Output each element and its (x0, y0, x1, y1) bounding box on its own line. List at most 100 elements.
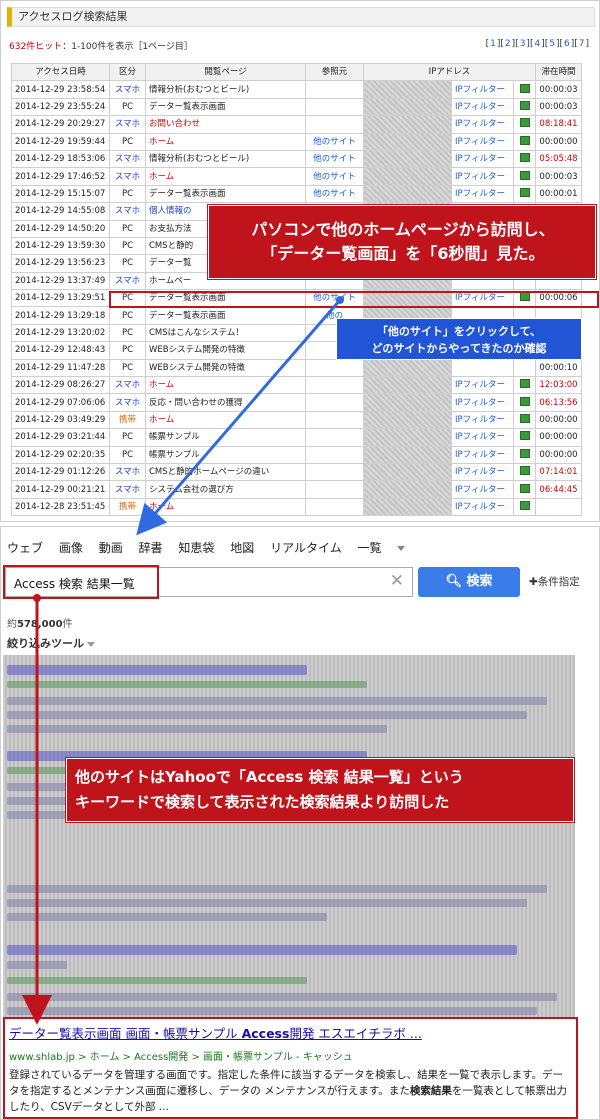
ip-filter-link[interactable]: IPフィルター (451, 445, 514, 464)
monitor-icon-cell[interactable] (513, 393, 536, 412)
ip-address-masked (363, 497, 452, 517)
close-icon[interactable]: ✕ (390, 571, 404, 591)
table-row: 2014-12-29 17:46:52 スマホ ホーム 他のサイト IPフィルター 00:… (11, 167, 582, 186)
ip-filter-link[interactable]: IPフィルター (451, 497, 514, 517)
ip-filter-link[interactable]: IPフィルター (451, 167, 514, 186)
ip-filter-link[interactable]: IPフィルター (451, 410, 514, 430)
filter-tool[interactable]: 絞り込みツール (7, 635, 95, 651)
referrer-link[interactable] (305, 97, 364, 117)
referrer-link[interactable] (305, 376, 364, 395)
referrer-link[interactable] (305, 410, 364, 430)
table-row: 2014-12-29 02:20:35 PC 帳票サンプル IPフィルター 00:00:… (11, 445, 582, 464)
referrer-link[interactable] (305, 445, 364, 464)
monitor-icon-cell[interactable] (513, 132, 536, 151)
monitor-icon[interactable] (519, 135, 530, 145)
tab-list[interactable]: 一覧 (358, 541, 417, 555)
monitor-icon-cell[interactable] (513, 445, 536, 464)
monitor-icon[interactable] (519, 448, 530, 458)
ip-filter-link[interactable]: IPフィルター (451, 149, 514, 169)
visit-explanation-callout: パソコンで他のホームページから訪問し、 「データー覧画面」を「6秒間」見た。 (208, 205, 596, 279)
referrer-link[interactable] (305, 393, 364, 412)
ip-filter-link[interactable]: IPフィルター (451, 97, 514, 117)
monitor-icon-cell[interactable] (513, 376, 536, 395)
monitor-icon-cell[interactable] (513, 149, 536, 169)
table-header-row: アクセス日時 区分 閲覧ページ 参照元 IPアドレス 滞在時間 (11, 62, 582, 82)
referrer-link[interactable] (305, 462, 364, 482)
tab-realtime[interactable]: リアルタイム (270, 541, 342, 555)
ip-filter-link[interactable]: IPフィルター (451, 132, 514, 151)
monitor-icon-cell[interactable] (513, 428, 536, 447)
tab-chiebukuro[interactable]: 知恵袋 (178, 541, 214, 555)
condition-button[interactable]: ✚条件指定 (529, 574, 580, 589)
panel-title: アクセスログ検索結果 (7, 7, 595, 27)
search-result-item[interactable]: データー覧表示画面 画面・帳票サンプル Access開発 エスエイチラボ ...… (3, 1017, 578, 1119)
ip-address-masked (363, 167, 452, 186)
ip-filter-link[interactable]: IPフィルター (451, 393, 514, 412)
referrer-link[interactable] (305, 480, 364, 499)
page-link[interactable]: 2 (505, 39, 511, 49)
result-title-link[interactable]: データー覧表示画面 画面・帳票サンプル Access開発 エスエイチラボ ... (9, 1023, 572, 1042)
ip-filter-link[interactable] (451, 358, 514, 378)
tab-videos[interactable]: 動画 (99, 541, 123, 555)
referrer-link[interactable]: 他のサイト (305, 184, 364, 204)
page-link[interactable]: 1 (490, 39, 496, 49)
monitor-icon-cell[interactable] (513, 480, 536, 499)
monitor-icon[interactable] (519, 431, 530, 441)
monitor-icon-cell[interactable] (513, 462, 536, 482)
monitor-icon[interactable] (519, 414, 530, 423)
search-button[interactable]: 🔍︎ 検索 (418, 567, 520, 597)
referrer-link[interactable] (305, 80, 364, 99)
table-row: 2014-12-29 18:53:06 スマホ 情報分析(おむつとビール) 他のサイト… (11, 149, 582, 169)
monitor-icon-cell[interactable] (513, 410, 536, 430)
referrer-link[interactable] (305, 115, 364, 134)
monitor-icon[interactable] (519, 118, 530, 128)
monitor-icon[interactable] (519, 83, 530, 93)
monitor-icon-cell[interactable] (513, 115, 536, 134)
monitor-icon[interactable] (519, 100, 530, 110)
pagination: [1][2][3][4][5][6][7] (485, 39, 589, 49)
tab-web[interactable]: ウェブ (7, 541, 43, 555)
monitor-icon-cell[interactable] (513, 97, 536, 117)
page-link[interactable]: 6 (564, 39, 570, 49)
tab-images[interactable]: 画像 (59, 541, 83, 555)
page-link[interactable]: 4 (534, 39, 540, 49)
blurred-text (7, 1007, 537, 1015)
header-duration: 滞在時間 (535, 62, 582, 82)
referrer-hint-callout: 「他のサイト」をクリックして、 どのサイトからやってきたのか確認 (336, 318, 582, 360)
ip-filter-link[interactable]: IPフィルター (451, 462, 514, 482)
monitor-icon[interactable] (519, 379, 530, 389)
ip-filter-link[interactable]: IPフィルター (451, 184, 514, 204)
tab-map[interactable]: 地図 (230, 541, 254, 555)
referrer-link[interactable] (305, 497, 364, 517)
ip-filter-link[interactable]: IPフィルター (451, 480, 514, 499)
referrer-link[interactable] (305, 428, 364, 447)
access-date: 2014-12-29 23:58:54 (11, 80, 110, 99)
page-link[interactable]: 3 (520, 39, 526, 49)
monitor-icon-cell[interactable] (513, 497, 536, 517)
referrer-link[interactable]: 他のサイト (305, 132, 364, 151)
monitor-icon-cell[interactable] (513, 184, 536, 204)
device-category: PC (109, 184, 146, 204)
ip-filter-link[interactable]: IPフィルター (451, 115, 514, 134)
monitor-icon-cell[interactable] (513, 167, 536, 186)
referrer-link[interactable] (305, 358, 364, 378)
tab-dictionary[interactable]: 辞書 (139, 541, 163, 555)
monitor-icon[interactable] (519, 466, 530, 476)
access-date: 2014-12-29 20:29:27 (11, 115, 110, 134)
ip-filter-link[interactable]: IPフィルター (451, 428, 514, 447)
page-link[interactable]: 7 (579, 39, 585, 49)
monitor-icon[interactable] (519, 170, 530, 180)
monitor-icon-cell[interactable] (513, 80, 536, 99)
ip-filter-link[interactable]: IPフィルター (451, 376, 514, 395)
monitor-icon[interactable] (519, 483, 530, 493)
monitor-icon[interactable] (519, 396, 530, 406)
monitor-icon[interactable] (519, 187, 530, 197)
page-link[interactable]: 5 (549, 39, 555, 49)
monitor-icon[interactable] (519, 153, 530, 163)
referrer-link[interactable]: 他のサイト (305, 149, 364, 169)
monitor-icon[interactable] (519, 500, 530, 510)
referrer-link[interactable]: 他のサイト (305, 167, 364, 186)
ip-filter-link[interactable]: IPフィルター (451, 80, 514, 99)
monitor-icon-cell[interactable] (513, 358, 536, 378)
device-category: スマホ (109, 376, 146, 395)
